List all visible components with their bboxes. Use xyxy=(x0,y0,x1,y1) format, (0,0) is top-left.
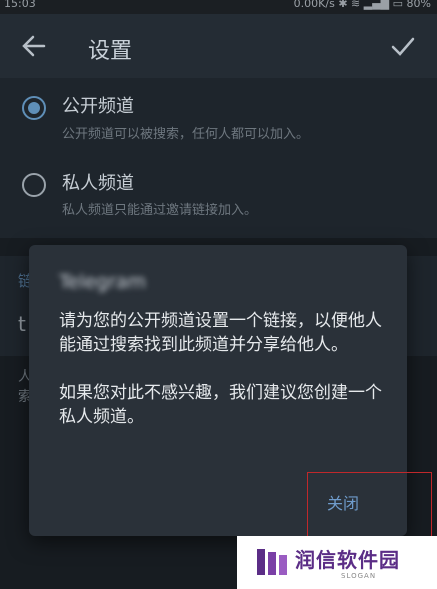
option-private-desc: 私人频道只能通过邀请链接加入。 xyxy=(62,203,258,218)
app-bar: 设置 xyxy=(0,14,437,78)
arrow-left-icon[interactable] xyxy=(20,32,48,60)
watermark-text: 润信软件园 xyxy=(295,548,400,572)
status-right: 0.00K/s ✱ ≋ ▂▄▆ ▭ 80% xyxy=(294,0,431,10)
check-icon[interactable] xyxy=(389,32,417,60)
watermark-subtext: SLOGAN xyxy=(341,572,377,580)
wifi-icon: ≋ xyxy=(351,0,361,10)
dialog-title: Telegram xyxy=(59,271,147,293)
page-title: 设置 xyxy=(88,39,133,64)
option-public-title: 公开频道 xyxy=(62,96,134,117)
watermark-logo-icon xyxy=(257,547,287,577)
watermark: 润信软件园 SLOGAN xyxy=(237,536,437,589)
status-time: 15:03 xyxy=(4,0,36,10)
bluetooth-icon: ✱ xyxy=(338,0,348,10)
channel-type-section: 公开频道 公开频道可以被搜索，任何人都可以加入。 私人频道 私人频道只能通过邀请… xyxy=(0,78,437,238)
network-speed: 0.00K/s xyxy=(293,0,335,10)
radio-public[interactable] xyxy=(22,96,46,120)
battery-icon: ▭ xyxy=(392,0,404,10)
signal-icon: ▂▄▆ xyxy=(363,0,390,10)
status-bar: 15:03 0.00K/s ✱ ≋ ▂▄▆ ▭ 80% xyxy=(0,0,437,14)
option-public-desc: 公开频道可以被搜索，任何人都可以加入。 xyxy=(62,127,310,142)
option-private-channel[interactable]: 私人频道 私人频道只能通过邀请链接加入。 xyxy=(0,162,437,232)
link-input[interactable]: t xyxy=(18,312,26,336)
option-private-title: 私人频道 xyxy=(62,173,134,194)
dialog-message: 请为您的公开频道设置一个链接，以便他人能通过搜索找到此频道并分享给他人。 如果您… xyxy=(59,311,382,427)
radio-private[interactable] xyxy=(22,173,46,197)
battery-level: 80% xyxy=(406,0,431,10)
option-public-channel[interactable]: 公开频道 公开频道可以被搜索，任何人都可以加入。 xyxy=(0,78,437,148)
